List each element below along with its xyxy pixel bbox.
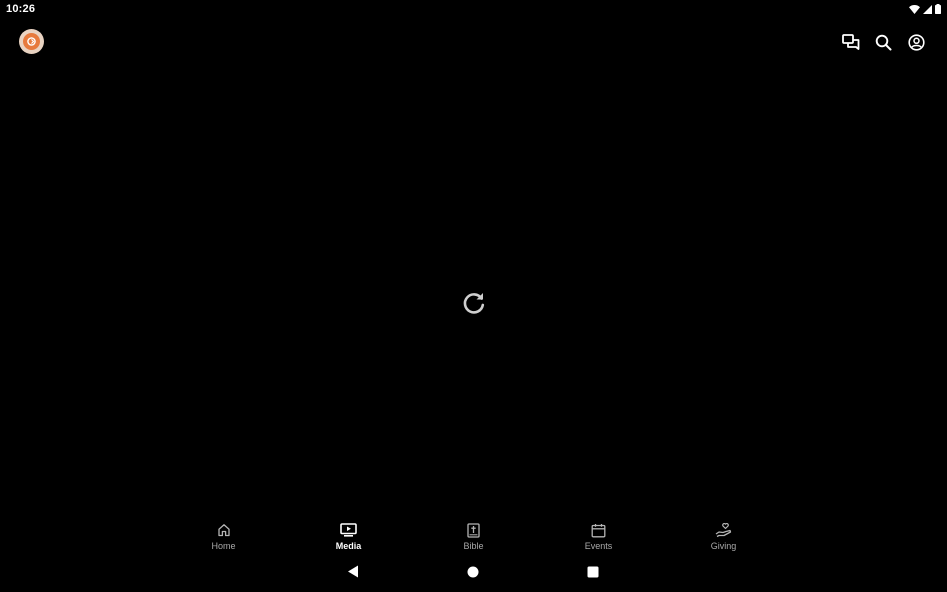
bottom-navigation: Home Media Bible Events Giving <box>161 516 786 556</box>
search-button[interactable] <box>871 30 895 54</box>
nav-label-events: Events <box>584 541 613 551</box>
account-icon <box>907 33 925 51</box>
back-icon <box>347 565 359 583</box>
wifi-icon <box>909 4 920 14</box>
chat-icon <box>842 34 860 50</box>
logo-mark <box>23 33 40 50</box>
calendar-icon <box>590 521 608 539</box>
reload-button[interactable] <box>459 290 489 320</box>
reload-icon <box>461 290 487 321</box>
app-bar <box>0 26 947 58</box>
nav-label-media: Media <box>335 541 362 551</box>
nav-item-media[interactable]: Media <box>286 516 411 556</box>
nav-item-events[interactable]: Events <box>536 516 661 556</box>
giving-icon <box>715 521 733 539</box>
logo-glyph <box>27 37 36 46</box>
account-button[interactable] <box>904 30 928 54</box>
battery-icon <box>935 4 941 14</box>
nav-item-giving[interactable]: Giving <box>661 516 786 556</box>
nav-label-bible: Bible <box>463 541 484 551</box>
bible-icon <box>465 521 483 539</box>
media-icon <box>340 521 358 539</box>
nav-label-giving: Giving <box>710 541 737 551</box>
status-bar: 10:26 <box>0 0 947 18</box>
nav-item-bible[interactable]: Bible <box>411 516 536 556</box>
home-system-button[interactable] <box>465 566 481 582</box>
status-icons <box>909 4 941 14</box>
chat-button[interactable] <box>839 30 863 54</box>
recents-icon <box>587 565 599 583</box>
signal-icon <box>923 4 932 14</box>
home-circle-icon <box>467 565 479 583</box>
back-button[interactable] <box>345 565 361 583</box>
church-logo[interactable] <box>19 29 44 54</box>
nav-item-home[interactable]: Home <box>161 516 286 556</box>
recents-button[interactable] <box>585 566 601 582</box>
home-icon <box>215 521 233 539</box>
status-time: 10:26 <box>6 3 36 15</box>
system-navigation-bar <box>0 560 947 588</box>
nav-label-home: Home <box>211 541 236 551</box>
search-icon <box>875 34 892 51</box>
